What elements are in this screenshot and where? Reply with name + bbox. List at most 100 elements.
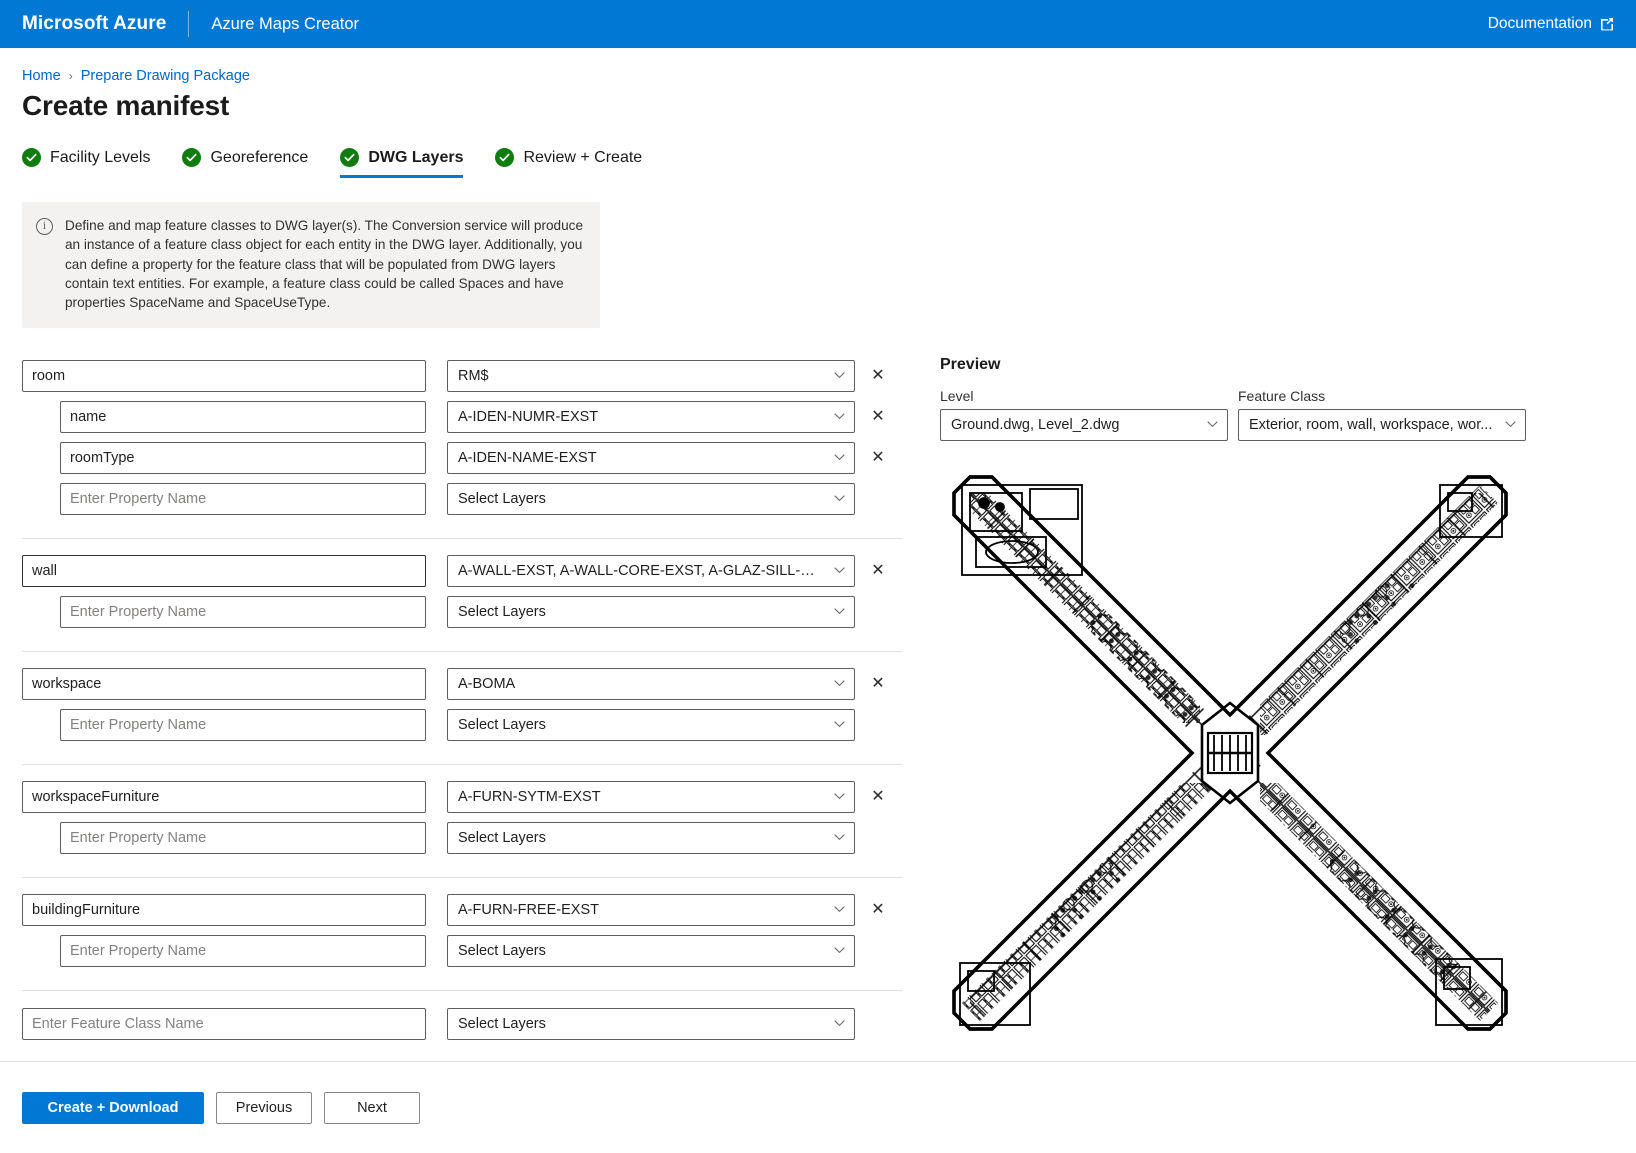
- layers-select[interactable]: A-BOMA: [447, 668, 855, 700]
- feature-class-row: A-FURN-FREE-EXST ✕: [22, 894, 902, 926]
- property-row-empty: Select Layers: [22, 822, 902, 854]
- documentation-link[interactable]: Documentation: [1488, 15, 1614, 33]
- feature-class-group-room: RM$ ✕ A-IDEN-NUMR-EXST ✕ A-IDEN-NAME-EXS…: [22, 356, 902, 538]
- remove-property-button[interactable]: ✕: [863, 402, 893, 432]
- breadcrumb-home[interactable]: Home: [22, 68, 61, 84]
- feature-class-name-input[interactable]: [22, 668, 426, 700]
- check-circle-icon: [22, 148, 41, 167]
- chevron-down-icon: [1207, 421, 1218, 428]
- feature-class-row: A-BOMA ✕: [22, 668, 902, 700]
- layers-select-placeholder: Select Layers: [458, 491, 824, 507]
- breadcrumb: Home › Prepare Drawing Package: [0, 48, 1636, 84]
- chevron-down-icon: [1505, 421, 1516, 428]
- feature-class-row: A-WALL-EXST, A-WALL-CORE-EXST, A-GLAZ-SI…: [22, 555, 902, 587]
- property-name-input[interactable]: [60, 935, 426, 967]
- remove-feature-class-button[interactable]: ✕: [863, 895, 893, 925]
- new-feature-class-name-input[interactable]: [22, 1008, 426, 1040]
- chevron-down-icon: [834, 834, 845, 841]
- next-button[interactable]: Next: [324, 1092, 420, 1124]
- layers-select-value: RM$: [458, 368, 824, 384]
- feature-class-name-input[interactable]: [22, 360, 426, 392]
- step-label: Facility Levels: [50, 149, 150, 167]
- level-select[interactable]: Ground.dwg, Level_2.dwg: [940, 409, 1228, 441]
- remove-feature-class-button[interactable]: ✕: [863, 782, 893, 812]
- layers-select[interactable]: Select Layers: [447, 822, 855, 854]
- remove-feature-class-button[interactable]: ✕: [863, 556, 893, 586]
- chevron-down-icon: [834, 947, 845, 954]
- info-banner: i Define and map feature classes to DWG …: [22, 202, 600, 328]
- chevron-down-icon: [834, 608, 845, 615]
- layers-select[interactable]: Select Layers: [447, 709, 855, 741]
- azure-brand-label[interactable]: Microsoft Azure: [22, 13, 166, 35]
- check-circle-icon: [340, 148, 359, 167]
- property-name-input[interactable]: [60, 596, 426, 628]
- previous-button[interactable]: Previous: [216, 1092, 312, 1124]
- layers-select[interactable]: A-IDEN-NAME-EXST: [447, 442, 855, 474]
- layers-select-value: A-IDEN-NAME-EXST: [458, 450, 824, 466]
- property-name-input[interactable]: [60, 442, 426, 474]
- preview-title: Preview: [940, 356, 1614, 374]
- layers-select[interactable]: Select Layers: [447, 483, 855, 515]
- feature-class-select[interactable]: Exterior, room, wall, workspace, wor...: [1238, 409, 1526, 441]
- step-label: DWG Layers: [368, 149, 463, 167]
- layers-select-value: A-WALL-EXST, A-WALL-CORE-EXST, A-GLAZ-SI…: [458, 563, 824, 579]
- chevron-down-icon: [834, 906, 845, 913]
- property-name-input[interactable]: [60, 709, 426, 741]
- layers-select-placeholder: Select Layers: [458, 1016, 824, 1032]
- property-row-empty: Select Layers: [22, 709, 902, 741]
- feature-class-label: Feature Class: [1238, 388, 1526, 404]
- app-name-label: Azure Maps Creator: [211, 15, 359, 34]
- chevron-down-icon: [834, 413, 845, 420]
- step-review-create[interactable]: Review + Create: [495, 148, 660, 178]
- feature-class-name-input[interactable]: [22, 555, 426, 587]
- layers-select[interactable]: Select Layers: [447, 1008, 855, 1040]
- feature-class-name-input[interactable]: [22, 781, 426, 813]
- floor-plan-svg: [940, 463, 1520, 1033]
- step-georeference[interactable]: Georeference: [182, 148, 326, 178]
- layers-select[interactable]: A-FURN-SYTM-EXST: [447, 781, 855, 813]
- info-banner-text: Define and map feature classes to DWG la…: [65, 216, 584, 312]
- preview-panel: Preview Level Ground.dwg, Level_2.dwg Fe…: [940, 356, 1614, 1049]
- layers-select[interactable]: A-IDEN-NUMR-EXST: [447, 401, 855, 433]
- layers-select[interactable]: Select Layers: [447, 935, 855, 967]
- layers-select[interactable]: A-WALL-EXST, A-WALL-CORE-EXST, A-GLAZ-SI…: [447, 555, 855, 587]
- central-core: [1202, 703, 1258, 803]
- page-title: Create manifest: [0, 84, 1636, 122]
- feature-class-name-input[interactable]: [22, 894, 426, 926]
- property-row-empty: Select Layers: [22, 935, 902, 967]
- step-dwg-layers[interactable]: DWG Layers: [340, 148, 481, 178]
- property-name-input[interactable]: [60, 483, 426, 515]
- wizard-steps: Facility Levels Georeference DWG Layers …: [0, 122, 1636, 178]
- level-label: Level: [940, 388, 1228, 404]
- level-select-value: Ground.dwg, Level_2.dwg: [951, 417, 1197, 433]
- chevron-down-icon: [834, 454, 845, 461]
- check-circle-icon: [495, 148, 514, 167]
- remove-feature-class-button[interactable]: ✕: [863, 361, 893, 391]
- level-control: Level Ground.dwg, Level_2.dwg: [940, 388, 1228, 441]
- floor-plan-preview[interactable]: [940, 463, 1520, 1033]
- property-row: A-IDEN-NUMR-EXST ✕: [22, 401, 902, 433]
- layers-select[interactable]: RM$: [447, 360, 855, 392]
- layers-select-value: A-FURN-SYTM-EXST: [458, 789, 824, 805]
- remove-property-button[interactable]: ✕: [863, 443, 893, 473]
- layers-select[interactable]: A-FURN-FREE-EXST: [447, 894, 855, 926]
- layers-select[interactable]: Select Layers: [447, 596, 855, 628]
- breadcrumb-prepare-drawing-package[interactable]: Prepare Drawing Package: [81, 68, 250, 84]
- property-name-input[interactable]: [60, 822, 426, 854]
- create-download-button[interactable]: Create + Download: [22, 1092, 204, 1124]
- property-name-input[interactable]: [60, 401, 426, 433]
- property-row-empty: Select Layers: [22, 596, 902, 628]
- property-row-empty: Select Layers: [22, 483, 902, 515]
- step-label: Review + Create: [523, 149, 642, 167]
- new-feature-class-row: Select Layers: [22, 990, 902, 1040]
- footer-action-bar: Create + Download Previous Next: [0, 1061, 1636, 1153]
- layers-select-value: A-BOMA: [458, 676, 824, 692]
- step-label: Georeference: [210, 149, 308, 167]
- layers-select-placeholder: Select Layers: [458, 943, 824, 959]
- chevron-down-icon: [834, 567, 845, 574]
- info-icon: i: [36, 218, 53, 235]
- feature-class-group-buildingfurniture: A-FURN-FREE-EXST ✕ Select Layers: [22, 877, 902, 990]
- remove-feature-class-button[interactable]: ✕: [863, 669, 893, 699]
- chevron-down-icon: [834, 372, 845, 379]
- step-facility-levels[interactable]: Facility Levels: [22, 148, 168, 178]
